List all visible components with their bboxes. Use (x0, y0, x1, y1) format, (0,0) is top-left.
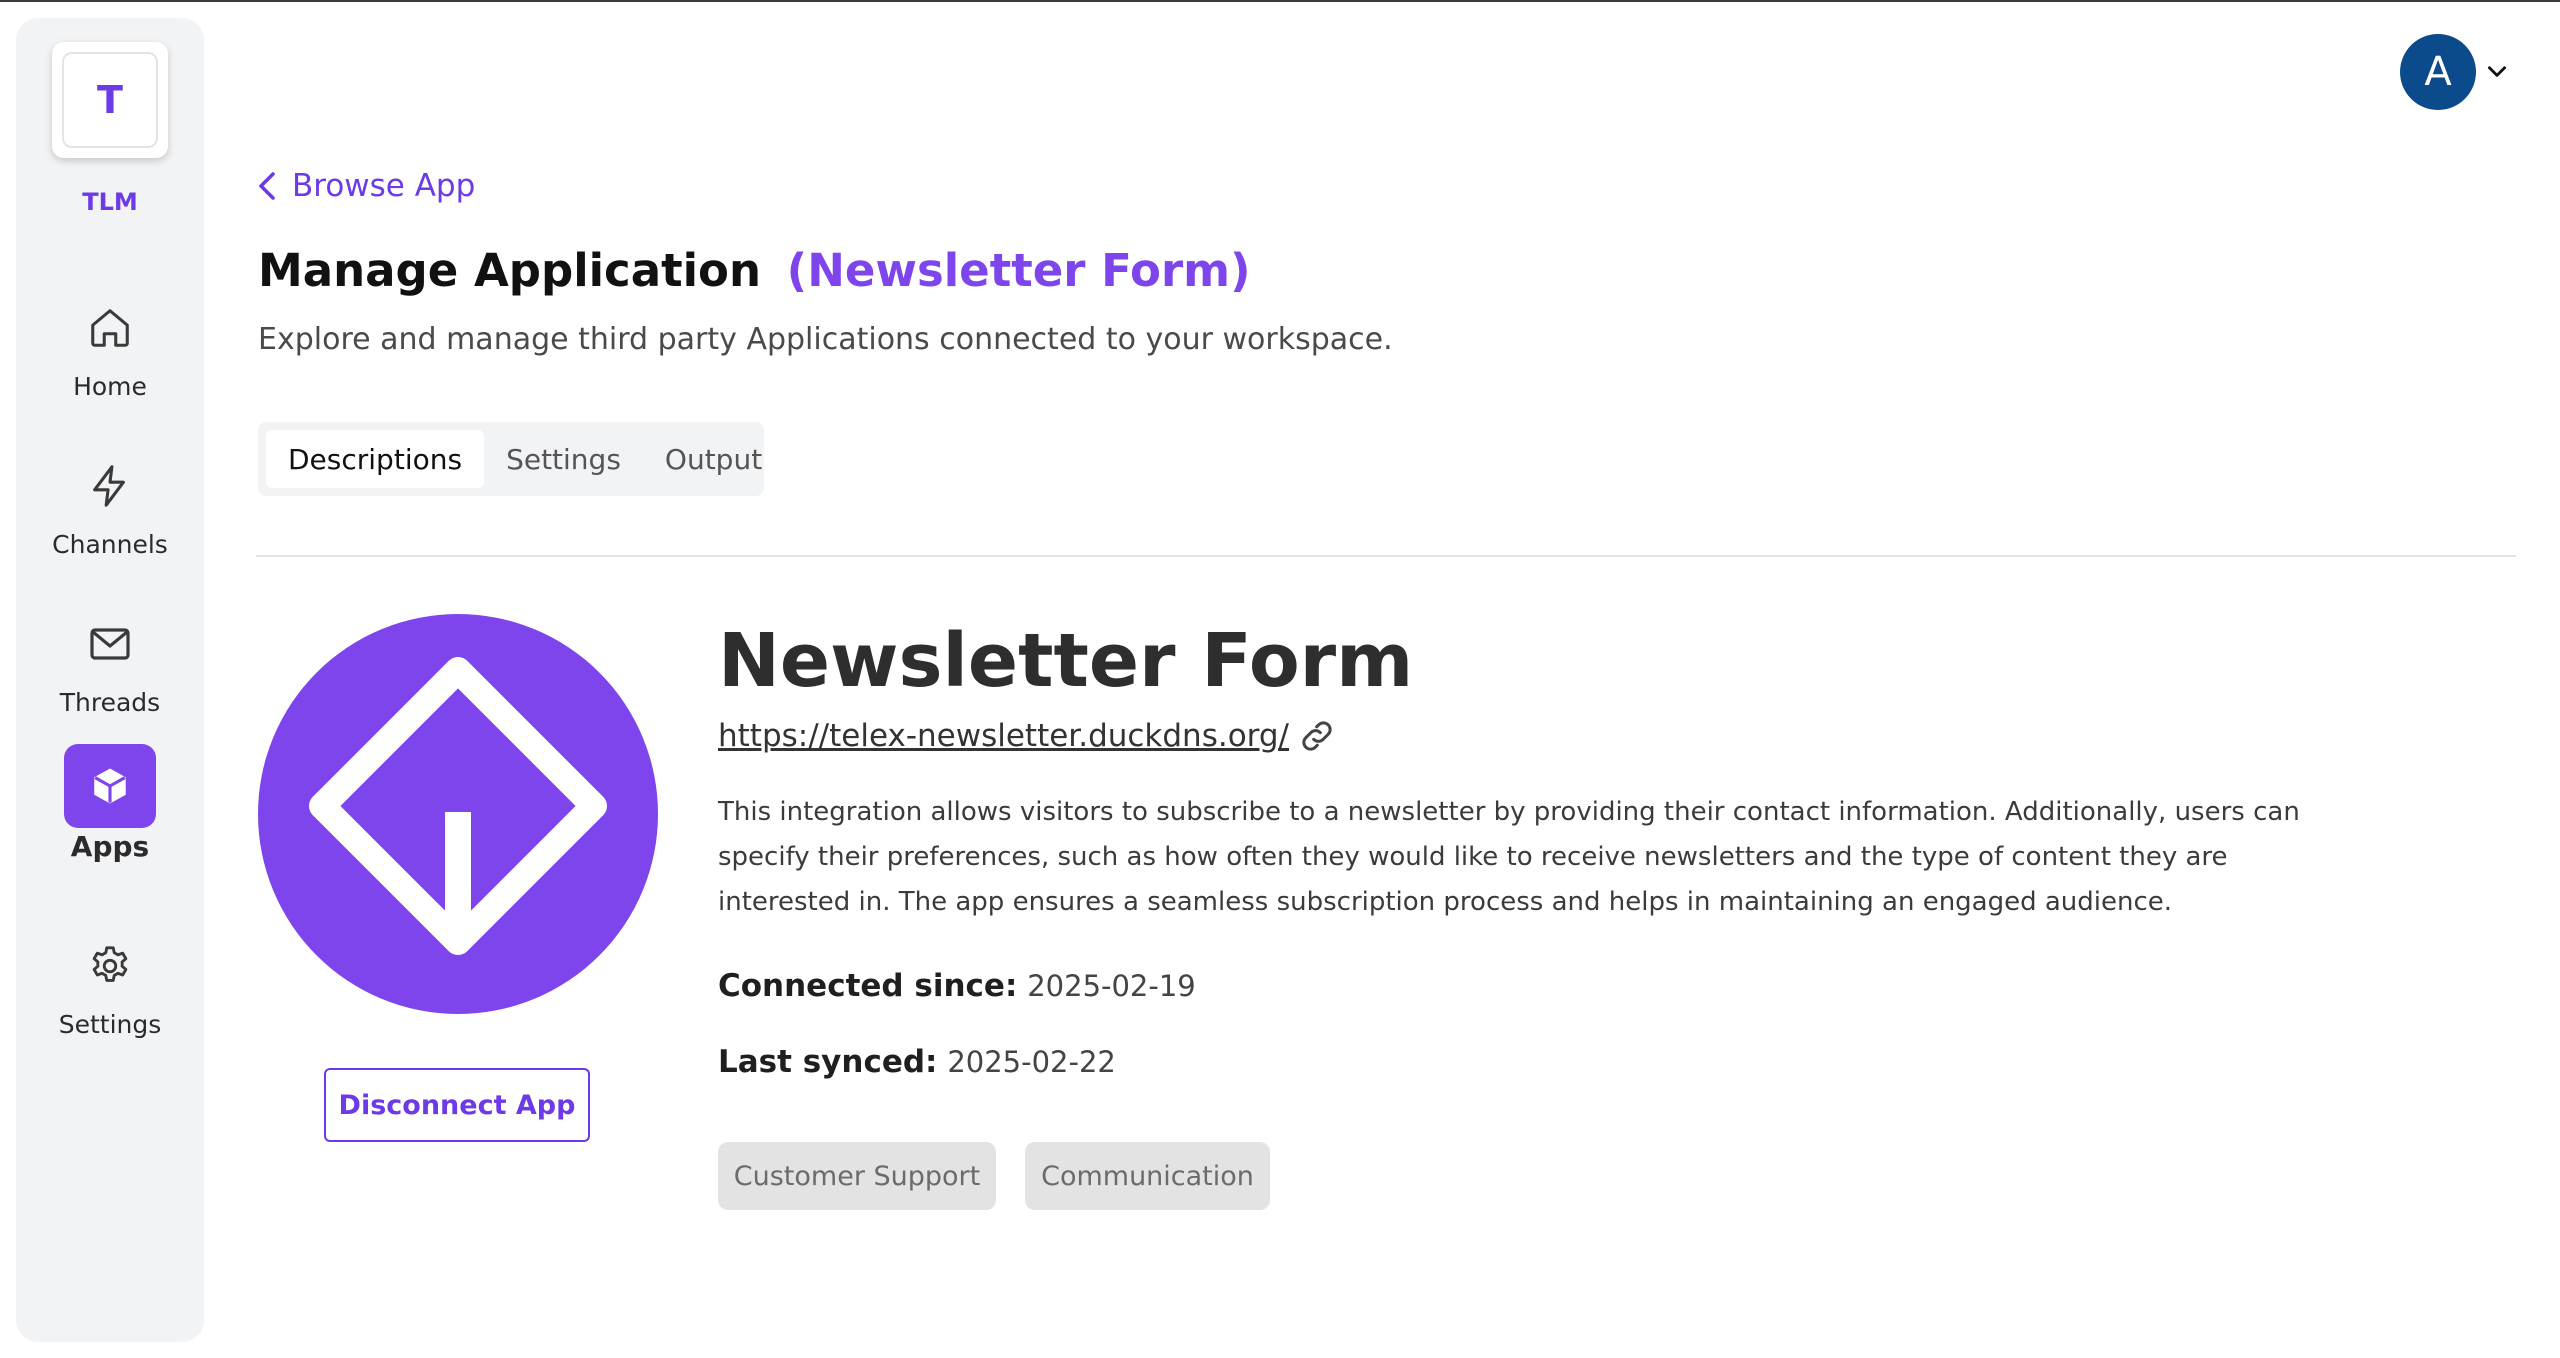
back-link-label: Browse App (292, 168, 476, 204)
mail-icon (64, 602, 156, 686)
sidebar-item-threads[interactable]: Threads (16, 602, 204, 717)
lightning-icon (64, 444, 156, 528)
avatar[interactable]: A (2400, 34, 2476, 110)
window-top-border (0, 0, 2560, 2)
sidebar-item-label: Settings (58, 1010, 162, 1039)
last-synced: Last synced: 2025-02-22 (718, 1044, 1116, 1080)
connected-since-label: Connected since: (718, 968, 1018, 1004)
tab-descriptions[interactable]: Descriptions (266, 430, 485, 488)
tag-customer-support: Customer Support (718, 1142, 996, 1210)
section-divider (256, 555, 2516, 557)
sidebar-item-home[interactable]: Home (16, 286, 204, 401)
page-subtitle: Explore and manage third party Applicati… (258, 322, 1393, 357)
sidebar-item-label: Threads (59, 688, 161, 717)
sidebar-item-label: Apps (70, 830, 150, 863)
app-url: https://telex-newsletter.duckdns.org/ (718, 716, 1337, 756)
workspace-name: TLM (82, 188, 138, 216)
workspace-initial: T (62, 52, 158, 148)
tab-output[interactable]: Output (643, 430, 784, 488)
page-title-text: Manage Application (258, 244, 761, 297)
sidebar-item-label: Channels (52, 530, 168, 559)
back-link[interactable]: Browse App (256, 168, 475, 204)
app-description: This integration allows visitors to subs… (718, 797, 2300, 917)
app-logo (258, 614, 658, 1014)
page-title: Manage Application (Newsletter Form) (258, 244, 1251, 297)
chevron-down-icon[interactable] (2484, 58, 2510, 88)
app-url-link[interactable]: https://telex-newsletter.duckdns.org/ (718, 718, 1289, 754)
cube-icon (64, 744, 156, 828)
app-title: Newsletter Form (718, 618, 1414, 704)
sidebar-item-label: Home (73, 372, 147, 401)
sidebar: T TLM Home Channels Threads Apps Setting… (16, 18, 204, 1342)
disconnect-app-button[interactable]: Disconnect App (324, 1068, 590, 1142)
chevron-left-icon (259, 172, 275, 200)
last-synced-value: 2025-02-22 (947, 1045, 1116, 1079)
gear-icon (64, 924, 156, 1008)
sidebar-item-settings[interactable]: Settings (16, 924, 204, 1039)
connected-since-value: 2025-02-19 (1027, 969, 1196, 1003)
last-synced-label: Last synced: (718, 1044, 938, 1080)
sidebar-item-channels[interactable]: Channels (16, 444, 204, 559)
page-title-app-name: (Newsletter Form) (786, 244, 1251, 297)
tab-settings[interactable]: Settings (484, 430, 643, 488)
diamond-download-icon (258, 614, 658, 1014)
home-icon (64, 286, 156, 370)
link-icon[interactable] (1297, 716, 1337, 756)
tab-bar: Descriptions Settings Output (258, 422, 764, 496)
sidebar-item-apps[interactable]: Apps (16, 744, 204, 863)
workspace-logo[interactable]: T (52, 42, 168, 158)
connected-since: Connected since: 2025-02-19 (718, 968, 1196, 1004)
tag-communication: Communication (1025, 1142, 1270, 1210)
